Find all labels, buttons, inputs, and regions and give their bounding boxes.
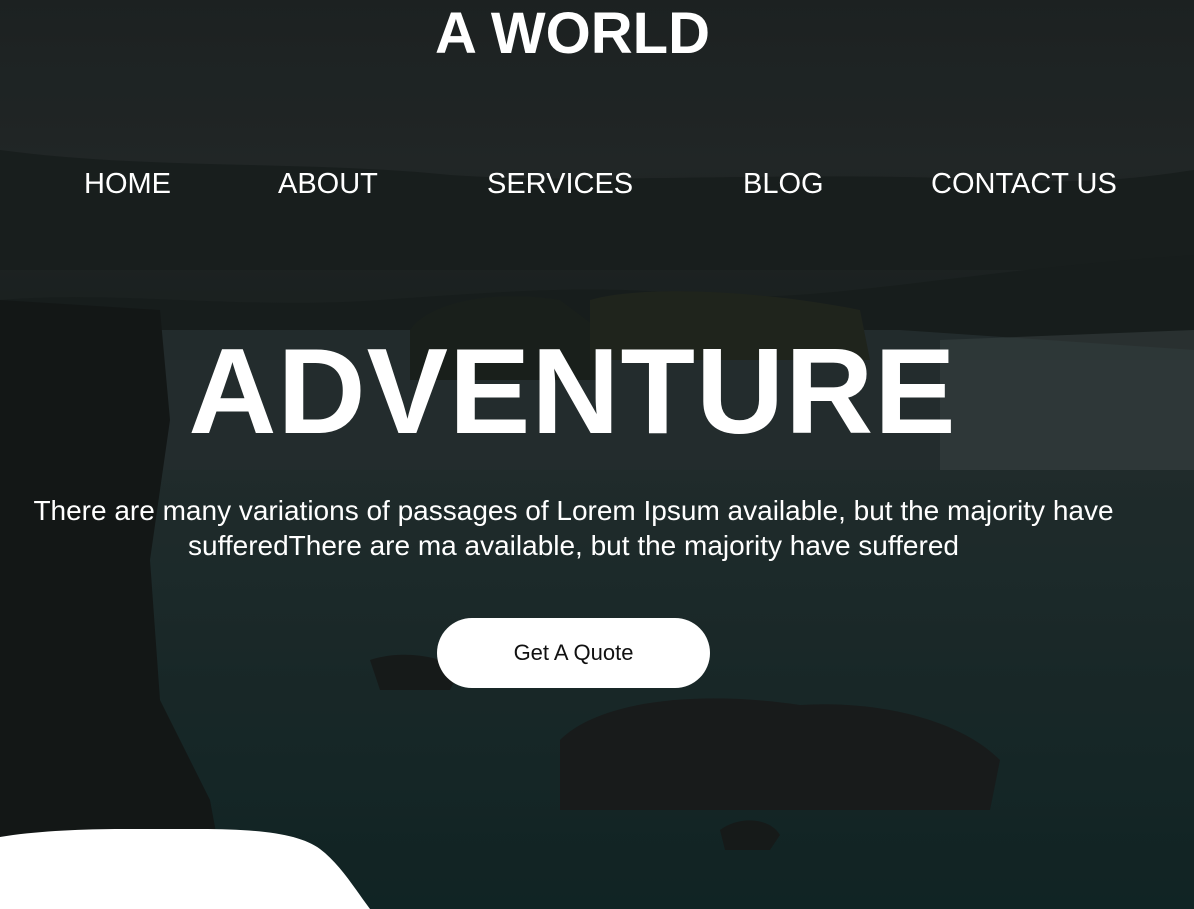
hero-tagline: There are many variations of passages of… (33, 495, 1114, 561)
main-navigation: HOME ABOUT SERVICES BLOG CONTACT US (0, 166, 1194, 202)
brand-title: A WORLD (435, 1, 710, 66)
nav-item-services[interactable]: SERVICES (487, 166, 633, 202)
nav-item-about[interactable]: ABOUT (278, 166, 378, 202)
nav-item-contact-us[interactable]: CONTACT US (931, 166, 1117, 202)
hero-section: A WORLD HOME ABOUT SERVICES BLOG CONTACT… (0, 0, 1194, 909)
nav-item-home[interactable]: HOME (84, 166, 171, 202)
get-a-quote-button[interactable]: Get A Quote (437, 618, 710, 688)
nav-item-blog[interactable]: BLOG (743, 166, 824, 202)
hero-headline: ADVENTURE (188, 323, 957, 459)
wave-divider (0, 829, 370, 909)
